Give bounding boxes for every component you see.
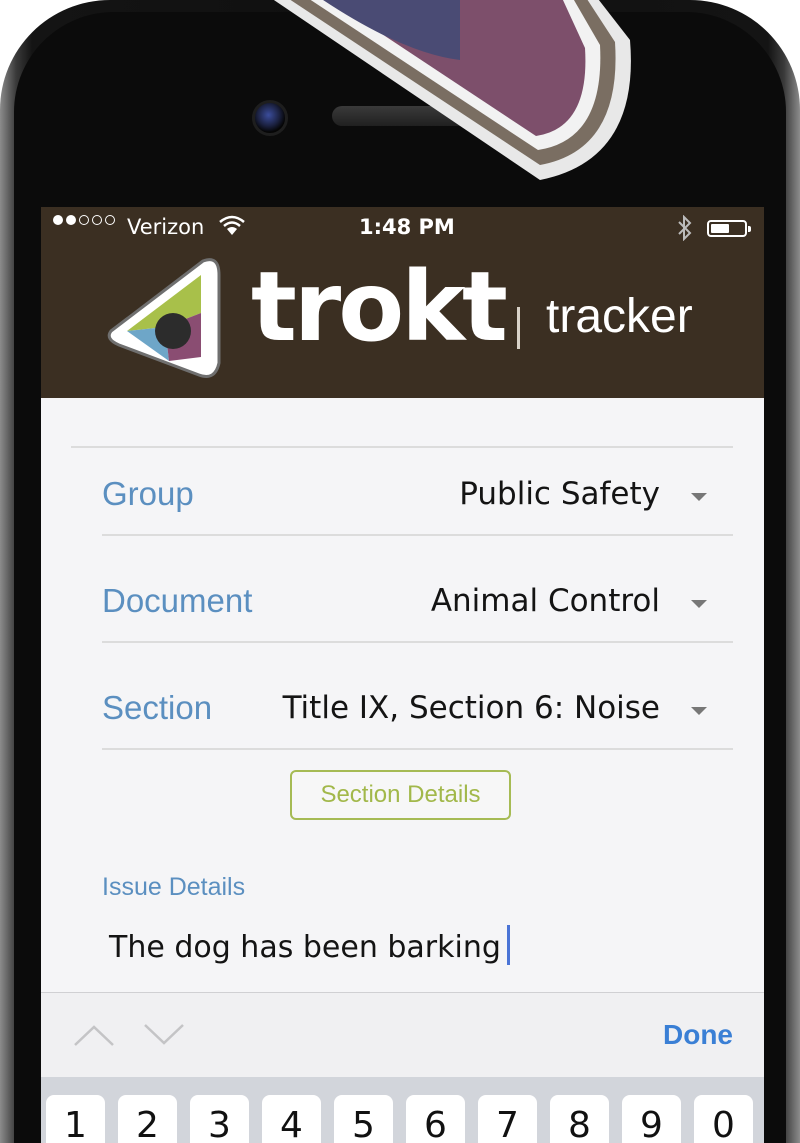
chevron-down-icon[interactable]: [691, 493, 707, 501]
battery-icon: [707, 220, 751, 237]
status-bar: Verizon 1:48 PM: [41, 207, 764, 247]
key-3[interactable]: 3: [190, 1095, 249, 1143]
section-details-button[interactable]: Section Details: [290, 770, 511, 820]
divider: [102, 534, 733, 536]
key-5[interactable]: 5: [334, 1095, 393, 1143]
numeric-keyboard: 1 2 3 4 5 6 7 8 9 0: [41, 1077, 764, 1143]
document-label: Document: [102, 582, 253, 619]
brand-name: trokt: [251, 251, 508, 363]
divider: [102, 641, 733, 643]
key-0[interactable]: 0: [694, 1095, 753, 1143]
chevron-down-icon[interactable]: [143, 1023, 185, 1047]
done-button[interactable]: Done: [663, 1019, 733, 1051]
phone-frame: Verizon 1:48 PM trokt tracker Group Publ…: [0, 0, 800, 1143]
text-cursor: [506, 925, 510, 965]
trokt-badge-icon: [273, 0, 631, 180]
key-1[interactable]: 1: [46, 1095, 105, 1143]
wifi-icon: [219, 215, 245, 235]
issue-details-label: Issue Details: [102, 873, 246, 901]
key-2[interactable]: 2: [118, 1095, 177, 1143]
section-value[interactable]: Title IX, Section 6: Noise: [283, 690, 660, 726]
carrier-name: Verizon: [127, 215, 205, 239]
keyboard-accessory-bar: Done: [41, 992, 764, 1078]
group-label: Group: [102, 475, 194, 512]
group-value[interactable]: Public Safety: [459, 476, 660, 512]
key-9[interactable]: 9: [622, 1095, 681, 1143]
chevron-down-icon[interactable]: [691, 707, 707, 715]
brand-divider: [517, 307, 520, 349]
app-header: Verizon 1:48 PM trokt tracker: [41, 207, 764, 398]
clock: 1:48 PM: [359, 215, 455, 239]
divider: [102, 748, 733, 750]
bluetooth-icon: [678, 215, 692, 241]
key-8[interactable]: 8: [550, 1095, 609, 1143]
signal-strength-icon: [53, 215, 115, 225]
key-6[interactable]: 6: [406, 1095, 465, 1143]
document-value[interactable]: Animal Control: [431, 583, 660, 619]
chevron-up-icon[interactable]: [73, 1023, 115, 1047]
key-4[interactable]: 4: [262, 1095, 321, 1143]
issue-details-input[interactable]: The dog has been barking: [109, 925, 510, 965]
issue-details-text: The dog has been barking: [109, 930, 501, 965]
app-screen: Verizon 1:48 PM trokt tracker Group Publ…: [41, 207, 764, 1143]
divider: [71, 446, 733, 448]
chevron-down-icon[interactable]: [691, 600, 707, 608]
trokt-logo-icon: [107, 258, 221, 378]
section-label: Section: [102, 689, 213, 726]
product-name: tracker: [546, 290, 693, 343]
key-7[interactable]: 7: [478, 1095, 537, 1143]
